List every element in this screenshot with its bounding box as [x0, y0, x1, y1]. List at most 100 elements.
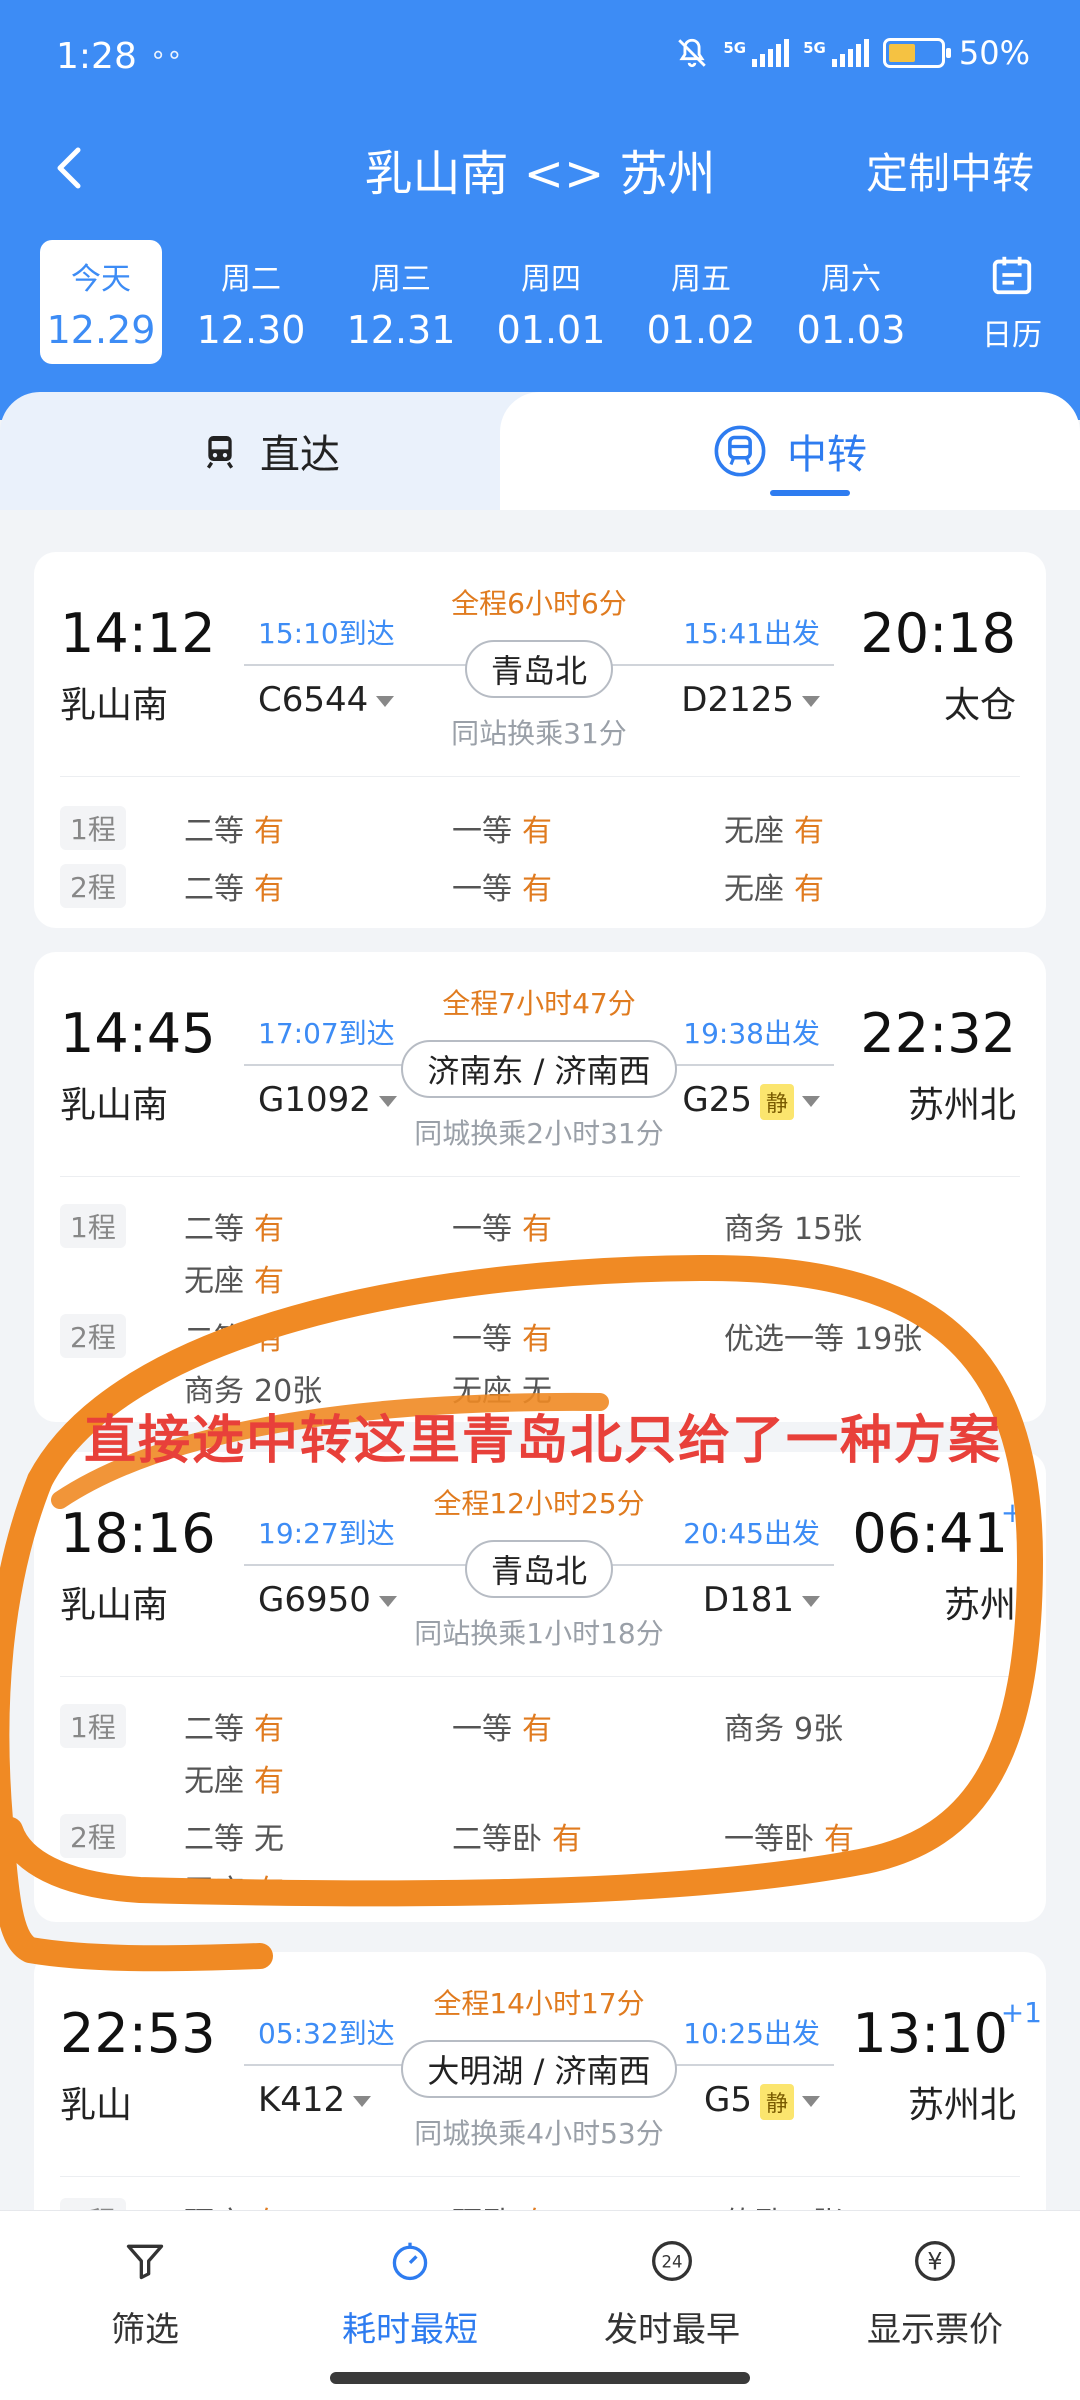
seat-availability: 无座无	[452, 1374, 552, 1409]
svg-text:24: 24	[662, 2252, 683, 2271]
seat-availability: 无座有	[184, 1764, 284, 1799]
train-icon	[206, 436, 234, 469]
route-card[interactable]: 14:12 乳山南 20:18 太仓 全程6小时6分 15:10到达 15:41…	[34, 552, 1046, 928]
seat-availability: 商务 20张	[184, 1374, 323, 1409]
seat-availability: 二等有	[184, 1712, 284, 1747]
chevron-down-icon	[378, 1096, 397, 1107]
departure-time: 14:45	[60, 1002, 216, 1065]
svg-text:¥: ¥	[927, 2247, 942, 2275]
transfer-station: 大明湖 / 济南西	[401, 2040, 677, 2098]
seat-availability: 二等有	[184, 872, 284, 907]
leg-label: 2程	[60, 1814, 126, 1858]
calendar-icon	[992, 256, 1032, 295]
arrival-time: 13:10	[852, 2002, 1008, 2065]
seat-availability: 商务 9张	[724, 1712, 844, 1747]
clock-24-icon: 24	[652, 2241, 692, 2281]
date-item[interactable]: 周五 01.02	[640, 240, 762, 364]
leg-label: 1程	[60, 1204, 126, 1248]
seat-availability: 一等有	[452, 872, 552, 907]
seat-availability: 无座有	[724, 814, 824, 849]
departure-time: 14:12	[60, 602, 216, 665]
yuan-icon: ¥	[915, 2241, 955, 2281]
seat-availability: 一等有	[452, 1322, 552, 1357]
seat-availability: 无座有	[724, 872, 824, 907]
signal-icon: 5G	[723, 39, 790, 67]
arrival-station: 太仓	[943, 685, 1016, 726]
seat-availability: 二等有	[184, 1322, 284, 1357]
arrival-station: 苏州北	[907, 1085, 1016, 1126]
date-item-today[interactable]: 今天 12.29	[40, 240, 162, 364]
seat-availability: 一等卧有	[724, 1822, 854, 1857]
seat-availability: 无座有	[184, 1264, 284, 1299]
sort-earliest-button[interactable]: 24 发时最早	[572, 2239, 772, 2351]
arrival-station: 苏州	[943, 1585, 1016, 1626]
route-card[interactable]: 22:53 乳山 13:10 +1 苏州北 全程14小时17分 05:32到达 …	[34, 1952, 1046, 2252]
seat-availability: 无座有	[184, 1874, 284, 1909]
seat-availability: 二等有	[184, 814, 284, 849]
calendar-button[interactable]: 日历	[972, 252, 1052, 354]
date-item[interactable]: 周三 12.31	[340, 240, 462, 364]
home-indicator[interactable]	[330, 2372, 750, 2384]
departure-time: 22:53	[60, 2002, 216, 2065]
departure-time: 18:16	[60, 1502, 216, 1565]
chevron-down-icon	[802, 1096, 820, 1107]
sort-shortest-button[interactable]: 耗时最短	[310, 2239, 510, 2351]
transfer-info: 同城换乘4小时53分	[414, 2117, 664, 2150]
leg-label: 2程	[60, 864, 126, 908]
battery-level: 50%	[958, 34, 1030, 72]
next-day-badge: +1	[1000, 1996, 1042, 2029]
leg-label: 1程	[60, 806, 126, 850]
arrival-station: 苏州北	[907, 2085, 1016, 2126]
seat-availability: 二等无	[184, 1822, 284, 1857]
mute-bell-icon	[678, 38, 707, 68]
seat-availability: 二等卧有	[452, 1822, 582, 1857]
filter-button[interactable]: 筛选	[45, 2239, 245, 2351]
chevron-down-icon	[802, 1596, 820, 1607]
show-price-button[interactable]: ¥ 显示票价	[835, 2239, 1035, 2351]
transfer-station: 济南东 / 济南西	[401, 1040, 677, 1098]
notification-icon: ∘∘	[150, 40, 183, 70]
date-item[interactable]: 周四 01.01	[490, 240, 612, 364]
chevron-down-icon	[376, 696, 395, 707]
date-item[interactable]: 周二 12.30	[190, 240, 312, 364]
arrival-time: 06:41	[852, 1502, 1008, 1565]
chevron-down-icon	[802, 2096, 820, 2107]
seat-availability: 一等有	[452, 814, 552, 849]
seat-availability: 商务 15张	[724, 1212, 863, 1247]
seat-availability: 一等有	[452, 1212, 552, 1247]
transfer-info: 同城换乘2小时31分	[414, 1117, 664, 1150]
status-time: 1:28	[56, 36, 137, 77]
date-item[interactable]: 周六 01.03	[790, 240, 912, 364]
route-card[interactable]: 18:16 乳山南 06:41 +1 苏州 全程12小时25分 19:27到达 …	[34, 1452, 1046, 1922]
seat-availability: 一等有	[452, 1712, 552, 1747]
leg-label: 2程	[60, 1314, 126, 1358]
filter-icon	[126, 2244, 164, 2280]
tab-direct[interactable]: 直达	[0, 392, 540, 510]
transfer-train-icon	[714, 425, 766, 477]
next-day-badge: +1	[1000, 1496, 1042, 1529]
departure-station: 乳山	[60, 2085, 133, 2126]
departure-station: 乳山南	[60, 1085, 169, 1126]
transfer-station: 青岛北	[464, 640, 613, 698]
chevron-down-icon	[353, 2096, 372, 2107]
chevron-down-icon	[802, 696, 820, 707]
active-tab-indicator	[770, 490, 850, 496]
date-selector: 今天 12.29 周二 12.30 周三 12.31 周四 01.01 周五 0…	[0, 240, 1080, 370]
departure-station: 乳山南	[60, 1585, 169, 1626]
seat-availability: 二等有	[184, 1212, 284, 1247]
seat-availability: 优选一等 19张	[724, 1322, 923, 1357]
transfer-info: 同站换乘1小时18分	[414, 1617, 664, 1650]
transfer-info: 同站换乘31分	[451, 717, 627, 750]
custom-transfer-button[interactable]: 定制中转	[866, 140, 1034, 201]
mode-tabs: 直达 中转	[0, 392, 1080, 510]
departure-station: 乳山南	[60, 685, 169, 726]
arrival-time: 22:32	[860, 1002, 1016, 1065]
timer-icon	[392, 2242, 428, 2281]
arrival-time: 20:18	[860, 602, 1016, 665]
status-bar: 1:28 ∘∘ 5G 5G 50%	[0, 0, 1080, 120]
route-card[interactable]: 14:45 乳山南 22:32 苏州北 全程7小时47分 17:07到达 19:…	[34, 952, 1046, 1422]
signal-icon-2: 5G	[803, 39, 869, 67]
chevron-down-icon	[378, 1596, 397, 1607]
annotation-text: 直接选中转这里青岛北只给了一种方案	[84, 1411, 1003, 1471]
transfer-station: 青岛北	[464, 1540, 613, 1598]
